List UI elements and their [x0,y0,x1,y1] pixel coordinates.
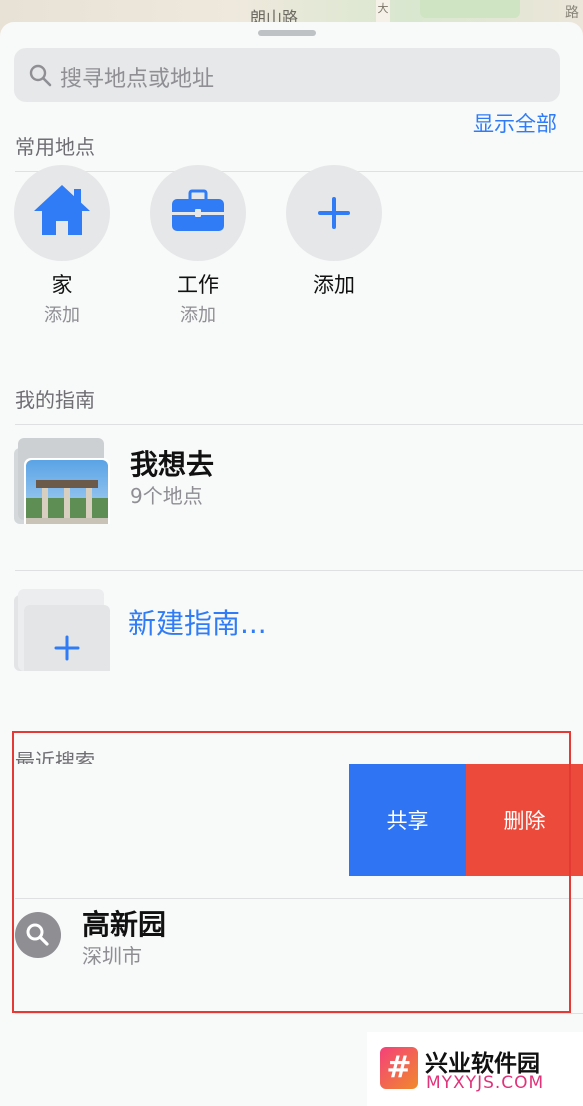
guide-place-count: 9个地点 [130,484,203,508]
add-circle [286,165,382,261]
map-park-area [420,0,520,18]
watermark-url: MYXYJS.COM [426,1073,545,1093]
new-guide-thumbnail [14,589,110,671]
favorite-sub: 添加 [180,305,216,326]
favorite-work[interactable]: 工作 添加 [150,165,246,327]
divider [15,1013,583,1014]
watermark-logo: # [380,1047,418,1089]
plus-icon [318,197,350,229]
favorite-label: 工作 [177,273,219,297]
work-circle [150,165,246,261]
guides-header: 我的指南 [15,388,95,412]
sheet-grabber[interactable] [258,30,316,36]
show-all-link[interactable]: 显示全部 [473,108,557,138]
house-icon [34,185,90,235]
map-road-label-vertical: 大 [376,0,390,24]
favorite-sub: 添加 [44,305,80,326]
favorite-home[interactable]: 家 添加 [14,165,110,327]
new-guide-label: 新建指南... [128,607,267,640]
watermark: # 兴业软件园 MYXYJS.COM [367,1032,583,1106]
search-placeholder: 搜寻地点或地址 [60,67,215,92]
briefcase-icon [172,189,224,231]
annotation-highlight-box [12,731,571,1013]
guide-thumbnail [14,438,110,524]
favorite-add[interactable]: 添加 [286,165,382,299]
favorites-header: 常用地点 [15,135,95,159]
divider [15,424,583,425]
map-edge-label: 路 [565,5,579,21]
favorite-label: 家 [51,273,73,297]
search-input[interactable]: 搜寻地点或地址 [14,48,560,102]
divider [15,570,583,571]
favorite-label: 添加 [313,273,355,297]
home-circle [14,165,110,261]
guide-title: 我想去 [130,448,215,481]
search-icon [29,64,52,87]
